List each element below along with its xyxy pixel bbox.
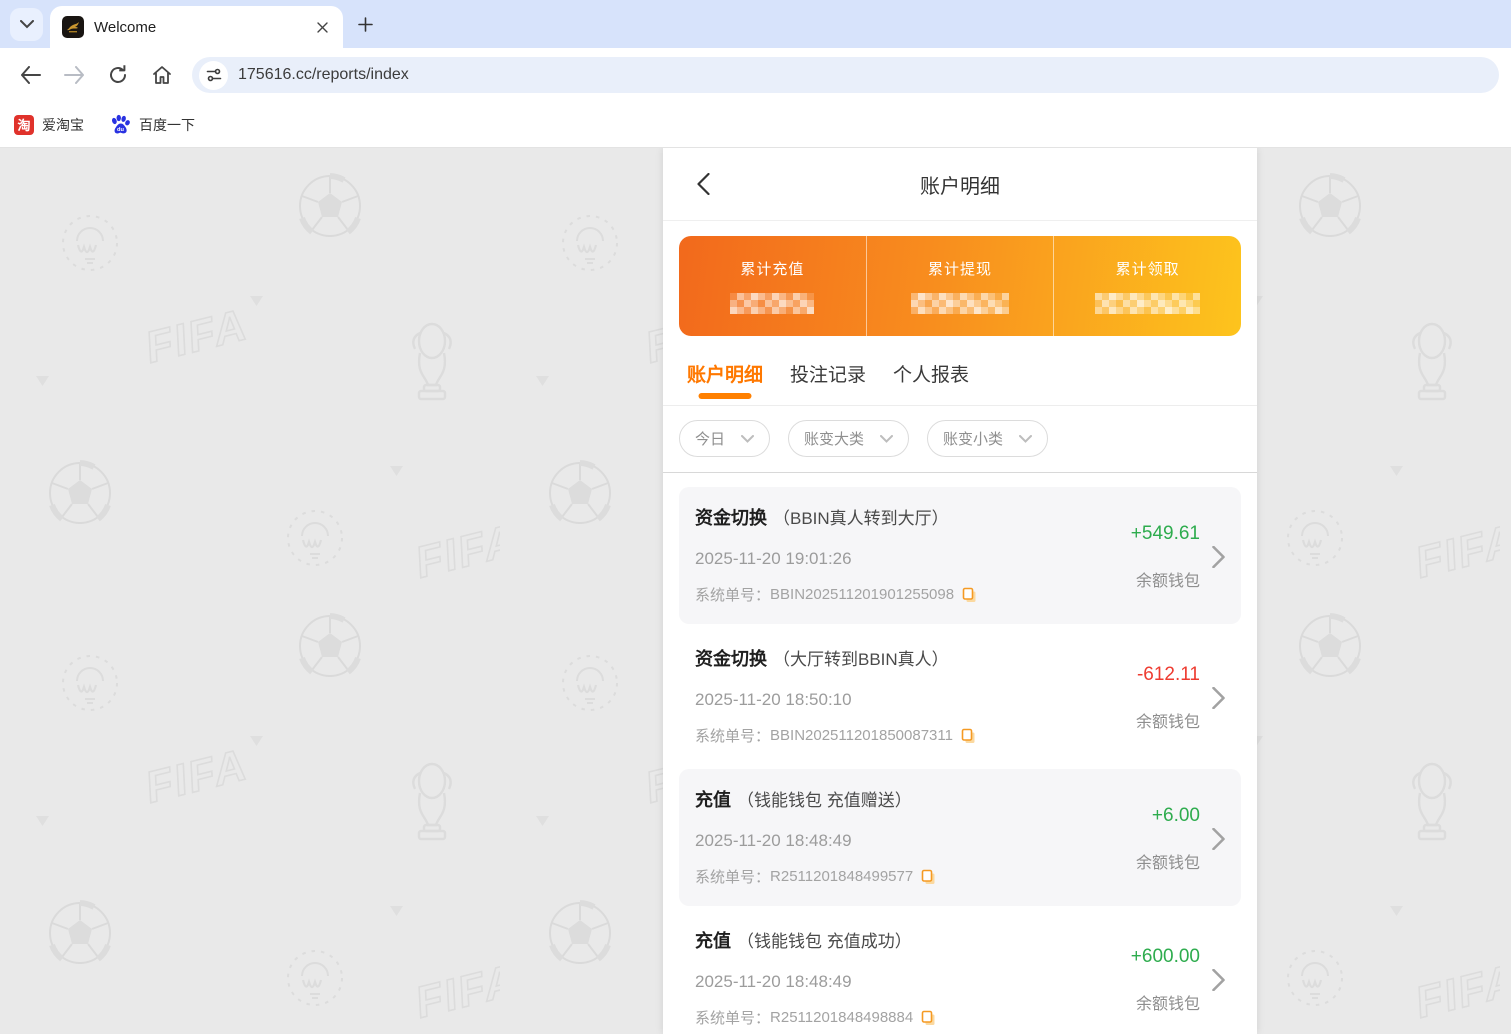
url-text: 175616.cc/reports/index bbox=[238, 66, 409, 83]
transaction-time: 2025-11-20 19:01:26 bbox=[695, 549, 852, 568]
stat-total-claimed: 累计领取 bbox=[1053, 236, 1241, 336]
site-settings-icon[interactable] bbox=[199, 60, 228, 90]
wallet-label: 余额钱包 bbox=[1135, 996, 1200, 1013]
tab-bet-records[interactable]: 投注记录 bbox=[790, 360, 866, 405]
filter-minor-category-dropdown[interactable]: 账变小类 bbox=[927, 420, 1049, 457]
chevron-right-icon bbox=[1212, 927, 1225, 1033]
chevron-down-icon bbox=[741, 434, 755, 443]
transaction-row[interactable]: 资金切换 （大厅转到BBIN真人） 2025-11-20 18:50:10 系统… bbox=[679, 628, 1241, 765]
browser-tab-strip: Welcome bbox=[0, 0, 1511, 48]
back-chevron-button[interactable] bbox=[689, 170, 717, 198]
masked-value bbox=[1095, 293, 1201, 314]
transaction-amount: +600.00 bbox=[1130, 946, 1200, 967]
tab-personal-report[interactable]: 个人报表 bbox=[893, 360, 969, 405]
transaction-type: 资金切换 bbox=[695, 649, 767, 669]
order-number: BBIN202511201850087311 bbox=[770, 727, 953, 744]
transaction-amount: +549.61 bbox=[1130, 523, 1200, 544]
transaction-subtitle: （钱能钱包 充值赠送） bbox=[737, 791, 912, 810]
stat-total-withdraw: 累计提现 bbox=[865, 236, 1054, 336]
totals-card: 累计充值 累计提现 累计领取 bbox=[679, 236, 1241, 336]
chevron-right-icon bbox=[1212, 645, 1225, 751]
order-number: BBIN202511201901255098 bbox=[770, 586, 955, 603]
transaction-type: 资金切换 bbox=[695, 508, 767, 528]
order-number-label: 系统单号： bbox=[695, 869, 771, 886]
chevron-right-icon bbox=[1212, 786, 1225, 892]
home-button[interactable] bbox=[143, 56, 181, 94]
order-number-label: 系统单号： bbox=[695, 728, 771, 745]
masked-value bbox=[911, 293, 1009, 314]
chevron-down-icon bbox=[1019, 434, 1033, 443]
new-tab-button[interactable] bbox=[352, 11, 379, 38]
transaction-type: 充值 bbox=[695, 790, 731, 810]
browser-toolbar: 175616.cc/reports/index bbox=[0, 48, 1511, 102]
baidu-paw-icon: du bbox=[110, 114, 131, 135]
browser-tab[interactable]: Welcome bbox=[50, 6, 343, 48]
bookmarks-bar: 淘 爱淘宝 du 百度一下 bbox=[0, 102, 1511, 148]
order-number-label: 系统单号： bbox=[695, 1010, 771, 1027]
wallet-label: 余额钱包 bbox=[1135, 855, 1200, 872]
masked-value bbox=[730, 293, 815, 314]
tab-account-details[interactable]: 账户明细 bbox=[687, 360, 763, 405]
copy-icon[interactable] bbox=[921, 869, 936, 885]
transaction-amount: -612.11 bbox=[1136, 664, 1200, 685]
transaction-time: 2025-11-20 18:50:10 bbox=[695, 690, 852, 709]
plus-icon bbox=[358, 17, 373, 32]
transaction-time: 2025-11-20 18:48:49 bbox=[695, 972, 852, 991]
tab-search-button[interactable] bbox=[10, 8, 43, 41]
copy-icon[interactable] bbox=[962, 587, 977, 603]
forward-button[interactable] bbox=[55, 56, 93, 94]
copy-icon[interactable] bbox=[921, 1010, 936, 1026]
transaction-subtitle: （钱能钱包 充值成功） bbox=[737, 932, 912, 951]
page-viewport: FIFA FIFA 账户明细 累计充值 bbox=[0, 148, 1511, 1034]
transaction-row[interactable]: 充值 （钱能钱包 充值成功） 2025-11-20 18:48:49 系统单号：… bbox=[679, 910, 1241, 1034]
transaction-subtitle: （大厅转到BBIN真人） bbox=[773, 650, 949, 669]
transaction-amount: +6.00 bbox=[1151, 805, 1200, 826]
wallet-label: 余额钱包 bbox=[1135, 714, 1200, 731]
tab-title: Welcome bbox=[94, 18, 157, 36]
chevron-left-icon bbox=[696, 173, 710, 195]
account-details-panel: 账户明细 累计充值 累计提现 累计领取 账户明细 投注记录 个人报表 今日 账变… bbox=[663, 148, 1257, 1034]
chevron-down-icon bbox=[880, 434, 894, 443]
transaction-row[interactable]: 资金切换 （BBIN真人转到大厅） 2025-11-20 19:01:26 系统… bbox=[679, 487, 1241, 624]
stat-total-deposit: 累计充值 bbox=[679, 236, 866, 336]
site-favicon bbox=[62, 16, 84, 38]
filters-row: 今日 账变大类 账变小类 bbox=[663, 406, 1257, 473]
report-tabs: 账户明细 投注记录 个人报表 bbox=[663, 336, 1257, 405]
copy-icon[interactable] bbox=[961, 728, 976, 744]
reload-button[interactable] bbox=[99, 56, 137, 94]
transaction-list: 资金切换 （BBIN真人转到大厅） 2025-11-20 19:01:26 系统… bbox=[663, 473, 1257, 1034]
wallet-label: 余额钱包 bbox=[1135, 573, 1200, 590]
transaction-time: 2025-11-20 18:48:49 bbox=[695, 831, 852, 850]
filter-major-category-dropdown[interactable]: 账变大类 bbox=[788, 420, 910, 457]
bookmark-aitaobao[interactable]: 淘 爱淘宝 bbox=[14, 114, 84, 135]
svg-text:du: du bbox=[117, 127, 124, 133]
transaction-subtitle: （BBIN真人转到大厅） bbox=[773, 509, 949, 528]
filter-date-dropdown[interactable]: 今日 bbox=[679, 420, 771, 457]
back-button[interactable] bbox=[11, 56, 49, 94]
chevron-down-icon bbox=[19, 20, 34, 29]
order-number-label: 系统单号： bbox=[695, 587, 771, 604]
panel-header: 账户明细 bbox=[663, 148, 1257, 221]
address-bar[interactable]: 175616.cc/reports/index bbox=[192, 57, 1499, 93]
order-number: R2511201848499577 bbox=[770, 868, 914, 885]
tab-close-icon[interactable] bbox=[313, 18, 331, 36]
chevron-right-icon bbox=[1212, 504, 1225, 610]
bookmark-baidu[interactable]: du 百度一下 bbox=[110, 114, 195, 135]
taobao-icon: 淘 bbox=[14, 114, 34, 135]
order-number: R2511201848498884 bbox=[770, 1009, 914, 1026]
transaction-type: 充值 bbox=[695, 931, 731, 951]
transaction-row[interactable]: 充值 （钱能钱包 充值赠送） 2025-11-20 18:48:49 系统单号：… bbox=[679, 769, 1241, 906]
page-title: 账户明细 bbox=[920, 175, 1000, 198]
